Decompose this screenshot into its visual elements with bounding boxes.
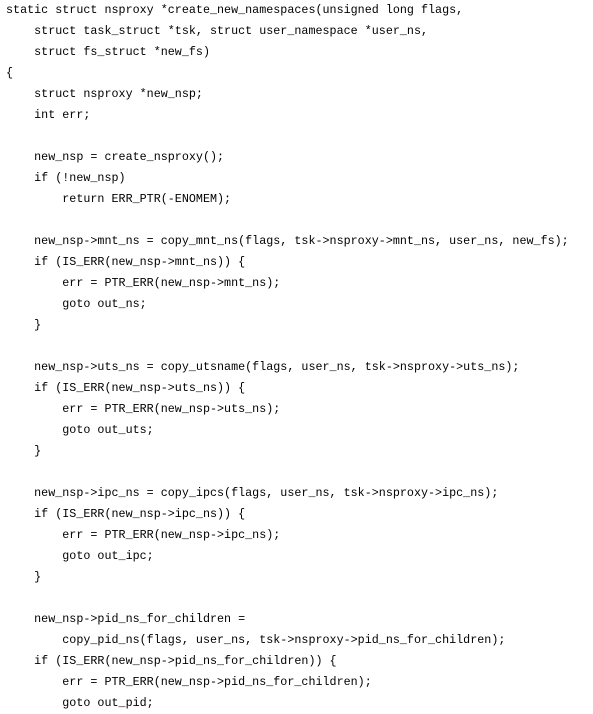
code-line: goto out_pid; [6, 696, 154, 710]
code-line: copy_pid_ns(flags, user_ns, tsk->nsproxy… [6, 633, 506, 647]
code-line: struct nsproxy *new_nsp; [6, 87, 203, 101]
code-line: if (IS_ERR(new_nsp->mnt_ns)) { [6, 255, 246, 269]
code-line: new_nsp = create_nsproxy(); [6, 150, 225, 164]
code-line: int err; [6, 108, 91, 122]
code-listing: static struct nsproxy *create_new_namesp… [0, 0, 593, 710]
code-line: new_nsp->mnt_ns = copy_mnt_ns(flags, tsk… [6, 234, 569, 248]
code-line: static struct nsproxy *create_new_namesp… [6, 3, 464, 17]
code-line: err = PTR_ERR(new_nsp->uts_ns); [6, 402, 281, 416]
code-line: return ERR_PTR(-ENOMEM); [6, 192, 232, 206]
code-line: err = PTR_ERR(new_nsp->mnt_ns); [6, 276, 281, 290]
code-line: new_nsp->pid_ns_for_children = [6, 612, 246, 626]
code-line: goto out_uts; [6, 423, 154, 437]
code-line: } [6, 570, 42, 584]
code-line: if (IS_ERR(new_nsp->pid_ns_for_children)… [6, 654, 337, 668]
code-line: { [6, 66, 14, 80]
code-line: } [6, 318, 42, 332]
code-line: } [6, 444, 42, 458]
code-line: goto out_ns; [6, 297, 147, 311]
code-line: struct task_struct *tsk, struct user_nam… [6, 24, 429, 38]
code-line: if (!new_nsp) [6, 171, 126, 185]
code-line: err = PTR_ERR(new_nsp->ipc_ns); [6, 528, 281, 542]
code-line: goto out_ipc; [6, 549, 154, 563]
code-line: if (IS_ERR(new_nsp->uts_ns)) { [6, 381, 246, 395]
code-line: new_nsp->uts_ns = copy_utsname(flags, us… [6, 360, 520, 374]
code-line: if (IS_ERR(new_nsp->ipc_ns)) { [6, 507, 246, 521]
code-line: new_nsp->ipc_ns = copy_ipcs(flags, user_… [6, 486, 499, 500]
code-line: struct fs_struct *new_fs) [6, 45, 210, 59]
